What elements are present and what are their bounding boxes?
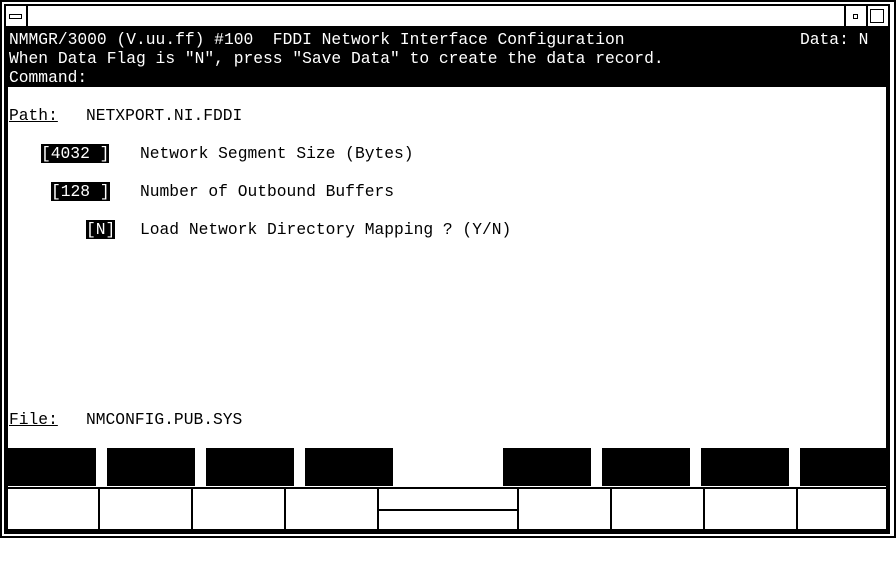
network-segment-size-label: Network Segment Size (Bytes) [140, 144, 414, 163]
outbound-buffers-field[interactable]: [128 ] [51, 182, 110, 201]
fkey-line2: LINK [107, 543, 166, 562]
goto-link-key[interactable]: Go To LINK [107, 448, 195, 562]
network-segment-size-field[interactable]: [4032 ] [41, 144, 110, 163]
file-value: NMCONFIG.PUB.SYS [86, 410, 243, 429]
goto-protocol-key[interactable]: Go To PROTOCOL [8, 448, 96, 562]
screen-header: NMMGR/3000 (V.uu.ff) #100 FDDI Network I… [8, 30, 887, 87]
fkey-line2: PROTOCOL [8, 543, 87, 562]
maximize-icon [870, 9, 884, 23]
softkey-divider [191, 489, 193, 529]
title-bar[interactable] [4, 4, 890, 28]
softkey-divider [98, 489, 100, 529]
softkey-divider [610, 489, 612, 529]
data-flag: Data: N [800, 30, 869, 49]
function-key-5[interactable] [503, 448, 591, 486]
command-input[interactable] [96, 68, 876, 87]
load-directory-mapping-field[interactable]: [N] [86, 220, 116, 239]
help-key[interactable]: Help [701, 448, 789, 505]
file-label: File: [9, 410, 58, 429]
prior-screen-key[interactable]: Prior Screen [800, 448, 888, 562]
goto-internet-key[interactable]: Go To INTERNET [206, 448, 294, 562]
fkey-line2: INTERNET [206, 543, 285, 562]
function-key-4[interactable] [305, 448, 393, 486]
softkey-divider [796, 489, 798, 529]
command-label: Command: [9, 68, 88, 87]
instruction-message: When Data Flag is "N", press "Save Data"… [9, 49, 664, 68]
path-value: NETXPORT.NI.FDDI [86, 106, 243, 125]
load-directory-mapping-label: Load Network Directory Mapping ? (Y/N) [140, 220, 512, 239]
outbound-buffers-label: Number of Outbound Buffers [140, 182, 395, 201]
softkey-center-divider [378, 509, 518, 511]
fkey-line2: Data [602, 543, 661, 562]
minimize-icon [853, 14, 858, 19]
save-data-key[interactable]: Save Data [602, 448, 690, 562]
softkey-divider [284, 489, 286, 529]
fkey-line2: Screen [800, 543, 869, 562]
softkey-divider [703, 489, 705, 529]
screen-title: NMMGR/3000 (V.uu.ff) #100 FDDI Network I… [9, 30, 625, 49]
path-label: Path: [9, 106, 58, 125]
system-menu-icon [9, 14, 22, 19]
